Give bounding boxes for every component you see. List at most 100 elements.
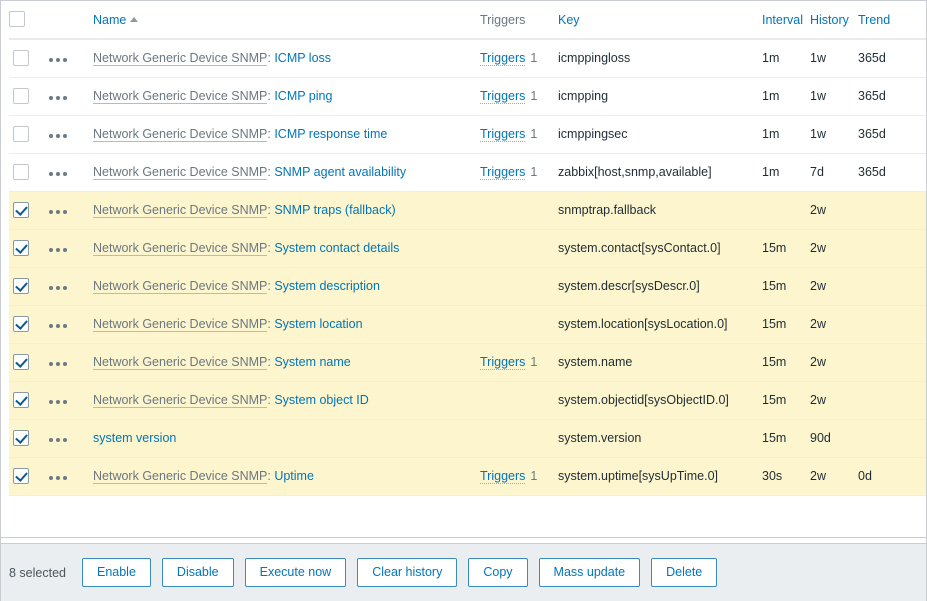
kebab-menu-icon[interactable] [47, 168, 69, 180]
kebab-menu-icon[interactable] [47, 472, 69, 484]
checkbox-checked-icon[interactable] [13, 468, 29, 484]
triggers-link[interactable]: Triggers [480, 469, 526, 484]
kebab-menu-icon[interactable] [47, 320, 69, 332]
history-cell: 2w [810, 343, 858, 382]
row-select-cell [9, 381, 47, 420]
column-header-history[interactable]: History [810, 1, 858, 40]
item-link[interactable]: System location [274, 317, 362, 331]
item-link[interactable]: ICMP ping [274, 89, 332, 103]
row-menu-cell [47, 115, 89, 154]
template-link[interactable]: Network Generic Device SNMP [93, 317, 268, 332]
template-link[interactable]: Network Generic Device SNMP [93, 89, 268, 104]
clear-history-button[interactable]: Clear history [357, 558, 458, 587]
kebab-menu-icon[interactable] [47, 282, 69, 294]
kebab-menu-icon[interactable] [47, 92, 69, 104]
checkbox-unchecked-icon[interactable] [13, 164, 29, 180]
item-key-cell: system.location[sysLocation.0] [556, 305, 762, 344]
item-key-cell: system.descr[sysDescr.0] [556, 267, 762, 306]
kebab-menu-icon[interactable] [47, 396, 69, 408]
checkbox-checked-icon[interactable] [13, 240, 29, 256]
trend-cell [858, 381, 926, 420]
row-menu-cell [47, 191, 89, 230]
interval-cell: 15m [762, 229, 810, 268]
column-header-trend[interactable]: Trend [858, 1, 926, 40]
kebab-menu-icon[interactable] [47, 54, 69, 66]
checkbox-checked-icon[interactable] [13, 430, 29, 446]
triggers-link[interactable]: Triggers [480, 127, 526, 142]
row-select-cell [9, 343, 47, 382]
copy-button[interactable]: Copy [468, 558, 528, 587]
template-link[interactable]: Network Generic Device SNMP [93, 355, 268, 370]
mass-update-button[interactable]: Mass update [538, 558, 641, 587]
trend-cell [858, 343, 926, 382]
checkbox-checked-icon[interactable] [13, 316, 29, 332]
template-link[interactable]: Network Generic Device SNMP [93, 393, 268, 408]
template-link[interactable]: Network Generic Device SNMP [93, 127, 268, 142]
interval-cell: 15m [762, 419, 810, 458]
checkbox-unchecked-icon[interactable] [13, 126, 29, 142]
table-row: Network Generic Device SNMP: ICMP ping Tr… [9, 77, 926, 116]
interval-cell: 1m [762, 153, 810, 192]
enable-button[interactable]: Enable [81, 558, 151, 587]
checkbox-checked-icon[interactable] [13, 392, 29, 408]
checkbox-checked-icon[interactable] [13, 354, 29, 370]
triggers-count: 1 [530, 355, 538, 369]
template-link[interactable]: Network Generic Device SNMP [93, 469, 268, 484]
item-link[interactable]: system version [93, 431, 176, 445]
column-header-name[interactable]: Name [89, 1, 478, 40]
disable-button[interactable]: Disable [161, 558, 234, 587]
trend-cell [858, 267, 926, 306]
triggers-cell [478, 381, 556, 420]
items-table-container: Name Triggers Key Interval History Trend… [1, 1, 926, 496]
item-link[interactable]: SNMP traps (fallback) [274, 203, 395, 217]
item-link[interactable]: Uptime [274, 469, 314, 483]
triggers-link[interactable]: Triggers [480, 51, 526, 67]
template-link[interactable]: Network Generic Device SNMP [93, 279, 268, 294]
select-all-checkbox[interactable] [9, 11, 25, 27]
triggers-link[interactable]: Triggers [480, 89, 526, 104]
items-list-page: Name Triggers Key Interval History Trend… [0, 0, 927, 601]
item-link[interactable]: System object ID [274, 393, 368, 407]
item-link[interactable]: SNMP agent availability [274, 165, 406, 179]
kebab-menu-icon[interactable] [47, 206, 69, 218]
trend-cell [858, 191, 926, 230]
kebab-menu-icon[interactable] [47, 130, 69, 142]
row-menu-cell [47, 153, 89, 192]
row-select-cell [9, 191, 47, 230]
delete-button[interactable]: Delete [651, 558, 718, 587]
kebab-menu-icon[interactable] [47, 434, 69, 446]
interval-cell: 1m [762, 115, 810, 154]
item-link[interactable]: ICMP loss [274, 51, 331, 65]
template-link[interactable]: Network Generic Device SNMP [93, 165, 268, 180]
checkbox-unchecked-icon[interactable] [13, 50, 29, 67]
item-link[interactable]: System description [274, 279, 380, 293]
template-link[interactable]: Network Generic Device SNMP [93, 203, 268, 218]
kebab-menu-icon[interactable] [47, 358, 69, 370]
checkbox-checked-icon[interactable] [13, 202, 29, 218]
template-link[interactable]: Network Generic Device SNMP [93, 51, 268, 67]
item-link[interactable]: System contact details [274, 241, 399, 255]
checkbox-unchecked-icon[interactable] [13, 88, 29, 104]
history-cell: 2w [810, 381, 858, 420]
template-link[interactable]: Network Generic Device SNMP [93, 241, 268, 256]
kebab-menu-icon[interactable] [47, 244, 69, 256]
triggers-link[interactable]: Triggers [480, 355, 526, 370]
column-header-key[interactable]: Key [556, 1, 762, 40]
checkbox-checked-icon[interactable] [13, 278, 29, 294]
execute-now-button[interactable]: Execute now [244, 558, 347, 587]
history-cell: 90d [810, 419, 858, 458]
interval-cell: 1m [762, 39, 810, 78]
interval-cell [762, 191, 810, 230]
table-body: Network Generic Device SNMP: ICMP loss Tr… [9, 39, 926, 496]
item-link[interactable]: ICMP response time [274, 127, 387, 141]
history-cell: 1w [810, 39, 858, 78]
item-name-cell: Network Generic Device SNMP: System obje… [89, 381, 478, 420]
triggers-count: 1 [530, 469, 538, 483]
column-header-interval[interactable]: Interval [762, 1, 810, 40]
trend-cell: 365d [858, 153, 926, 192]
item-link[interactable]: System name [274, 355, 350, 369]
item-key-cell: system.version [556, 419, 762, 458]
row-select-cell [9, 305, 47, 344]
triggers-link[interactable]: Triggers [480, 165, 526, 180]
row-menu-cell [47, 229, 89, 268]
